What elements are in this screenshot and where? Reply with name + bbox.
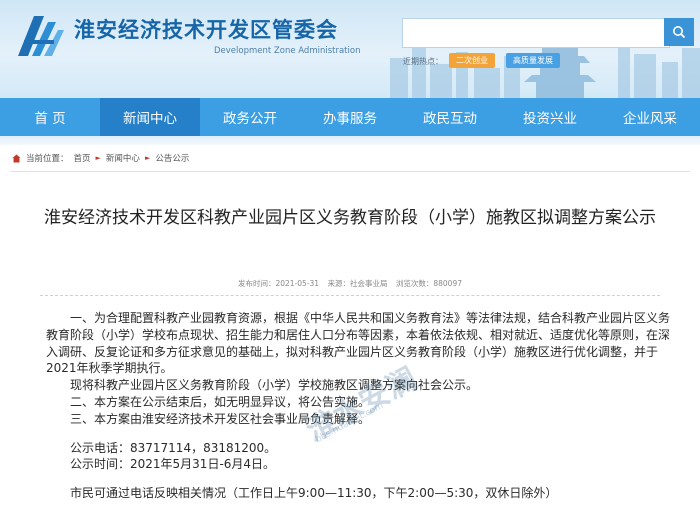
notice-period: 公示时间：2021年5月31日-6月4日。	[70, 457, 276, 472]
nav-item-services[interactable]: 办事服务	[300, 98, 400, 136]
breadcrumb-home[interactable]: 首页	[74, 152, 91, 164]
breadcrumb-label: 当前位置：	[26, 154, 69, 164]
main-nav: 首 页 新闻中心 政务公开 办事服务 政民互动 投资兴业 企业风采	[0, 98, 700, 136]
hot-topics-label: 近期热点：	[403, 57, 443, 66]
chevron-right-icon: ►	[144, 154, 151, 162]
breadcrumb: 当前位置： 首页 ► 新闻中心 ► 公告公示	[12, 152, 189, 164]
nav-item-home[interactable]: 首 页	[0, 98, 100, 136]
article-body: 一、为合理配置科教产业园教育资源，根据《中华人民共和国义务教育法》等法律法规，结…	[46, 310, 678, 502]
nav-shadow-strip	[0, 136, 700, 145]
article-paragraph: 一、为合理配置科教产业园教育资源，根据《中华人民共和国义务教育法》等法律法规，结…	[46, 311, 671, 376]
view-count: 浏览次数：880097	[395, 279, 462, 288]
meta-divider	[40, 295, 660, 296]
search-input[interactable]	[402, 18, 670, 48]
contact-phone: 公示电话：83717114，83181200。	[70, 440, 277, 455]
hot-tag-high-quality[interactable]: 高质量发展	[506, 53, 560, 68]
breadcrumb-divider	[10, 171, 690, 172]
nav-item-news[interactable]: 新闻中心	[100, 98, 200, 136]
article-paragraph: 三、本方案由淮安经济技术开发区社会事业局负责解释。	[70, 411, 371, 426]
home-icon	[12, 153, 21, 163]
article-title: 淮安经济技术开发区科教产业园片区义务教育阶段（小学）施教区拟调整方案公示	[44, 208, 656, 228]
nav-item-enterprises[interactable]: 企业风采	[600, 98, 700, 136]
article-source: 来源：社会事业局	[327, 279, 388, 288]
nav-item-gov-affairs[interactable]: 政务公开	[200, 98, 300, 136]
breadcrumb-news[interactable]: 新闻中心	[106, 152, 140, 164]
site-subtitle: Development Zone Administration	[214, 46, 361, 56]
site-header: 淮安经济技术开发区管委会 Development Zone Administra…	[0, 0, 700, 98]
article-paragraph: 二、本方案在公示结束后，如无明显异议，将公告实施。	[70, 394, 371, 409]
hot-tag-second-venture[interactable]: 二次创业	[449, 53, 495, 68]
article-closing: 市民可通过电话反映相关情况（工作日上午9:00—11:30，下午2:00—5:3…	[70, 486, 558, 501]
nav-item-interaction[interactable]: 政民互动	[400, 98, 500, 136]
nav-item-investment[interactable]: 投资兴业	[500, 98, 600, 136]
chevron-right-icon: ►	[95, 154, 101, 162]
article-meta: 发布时间：2021-05-31 来源：社会事业局 浏览次数：880097	[0, 278, 700, 289]
site-title[interactable]: 淮安经济技术开发区管委会	[74, 14, 338, 44]
breadcrumb-notices[interactable]: 公告公示	[155, 152, 189, 164]
publish-date: 发布时间：2021-05-31	[237, 279, 320, 288]
logo-icon[interactable]	[14, 12, 66, 60]
search-button[interactable]	[664, 18, 694, 46]
search-icon	[673, 26, 686, 39]
article-paragraph: 现将科教产业园片区义务教育阶段（小学）学校施教区调整方案向社会公示。	[70, 378, 479, 393]
